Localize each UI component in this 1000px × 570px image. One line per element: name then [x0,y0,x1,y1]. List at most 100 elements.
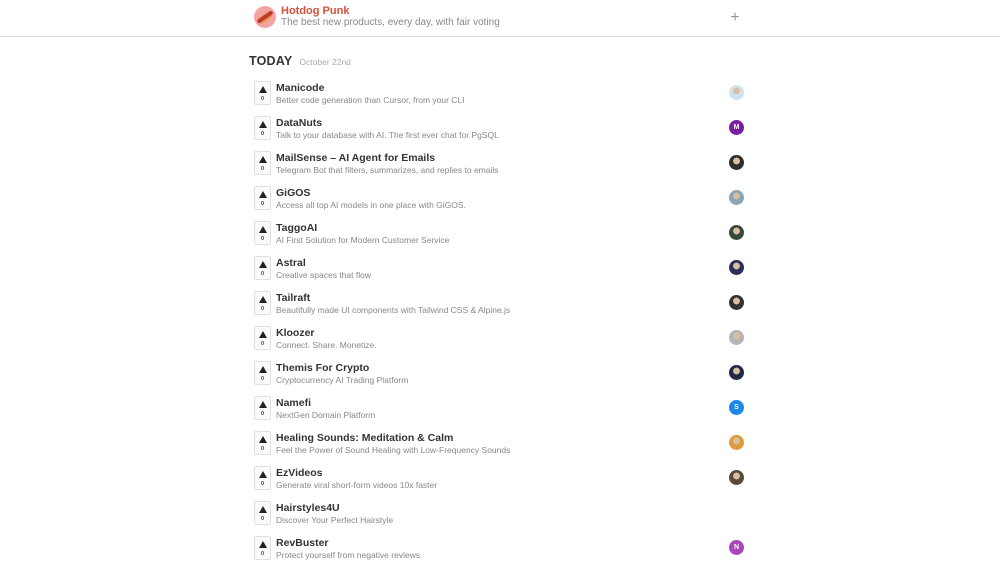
vote-count: 0 [260,376,265,382]
product-description: Cryptocurrency AI Trading Platform [276,375,409,385]
vote-count: 0 [260,166,265,172]
brand-tagline: The best new products, every day, with f… [281,17,500,28]
upvote-button[interactable]: 0 [254,256,271,280]
product-name[interactable]: Namefi [276,397,375,409]
maker-avatar[interactable] [729,435,744,450]
vote-count: 0 [260,306,265,312]
product-description: Beautifully made UI components with Tail… [276,305,511,315]
product-name[interactable]: Tailraft [276,292,510,304]
product-description: AI First Solution for Modern Customer Se… [276,235,450,245]
upvote-button[interactable]: 0 [254,326,271,350]
upvote-button[interactable]: 0 [254,361,271,385]
product-name[interactable]: Kloozer [276,327,377,339]
product-name[interactable]: Themis For Crypto [276,362,408,374]
list-item: 0 MailSense – AI Agent for Emails Telegram… [254,150,746,185]
product-name[interactable]: MailSense – AI Agent for Emails [276,152,499,164]
product-description: NextGen Domain Platform [276,410,376,420]
upvote-button[interactable]: 0 [254,81,271,105]
product-name[interactable]: DataNuts [276,117,499,129]
list-item: 0 TaggoAI AI First Solution for Modern Cus… [254,220,746,255]
product-name[interactable]: Healing Sounds: Meditation & Calm [276,432,510,444]
product-description: Creative spaces that flow [276,270,371,280]
section-title: TODAY [249,54,293,68]
list-item: 0 GiGOS Access all top AI models in one pl… [254,185,746,220]
maker-avatar[interactable] [729,155,744,170]
product-list: 0 Manicode Better code generation than Cur… [254,80,746,570]
vote-count: 0 [260,516,265,522]
maker-avatar[interactable]: M [729,120,744,135]
upvote-arrow-icon [259,366,267,373]
brand[interactable]: Hotdog Punk The best new products, every… [254,6,500,28]
upvote-arrow-icon [259,506,267,513]
upvote-arrow-icon [259,296,267,303]
upvote-arrow-icon [259,86,267,93]
section-header: TODAY October 22nd [249,54,351,68]
upvote-button[interactable]: 0 [254,221,271,245]
vote-count: 0 [260,131,265,137]
upvote-button[interactable]: 0 [254,536,271,560]
list-item: 0 RevBuster Protect yourself from negative… [254,535,746,570]
product-description: Protect yourself from negative reviews [276,550,421,560]
list-item: 0 Tailraft Beautifully made UI components … [254,290,746,325]
product-name[interactable]: Manicode [276,82,465,94]
list-item: 0 Astral Creative spaces that flow [254,255,746,290]
product-name[interactable]: EzVideos [276,467,437,479]
list-item: 0 Themis For Crypto Cryptocurrency AI Trad… [254,360,746,395]
upvote-button[interactable]: 0 [254,291,271,315]
list-item: 0 EzVideos Generate viral short-form video… [254,465,746,500]
maker-avatar[interactable] [729,365,744,380]
product-name[interactable]: Hairstyles4U [276,502,393,514]
maker-avatar[interactable]: N [729,540,744,555]
maker-avatar[interactable] [729,470,744,485]
maker-avatar[interactable] [729,295,744,310]
list-item: 0 Healing Sounds: Meditation & Calm Feel t… [254,430,746,465]
upvote-arrow-icon [259,401,267,408]
upvote-button[interactable]: 0 [254,431,271,455]
product-name[interactable]: RevBuster [276,537,420,549]
upvote-button[interactable]: 0 [254,466,271,490]
product-description: Connect. Share. Monetize. [276,340,377,350]
maker-avatar[interactable] [729,85,744,100]
upvote-arrow-icon [259,436,267,443]
maker-avatar[interactable]: S [729,400,744,415]
vote-count: 0 [260,446,265,452]
product-description: Feel the Power of Sound Healing with Low… [276,445,511,455]
list-item: 0 Hairstyles4U Discover Your Perfect Hairs… [254,500,746,535]
product-name[interactable]: GiGOS [276,187,466,199]
upvote-arrow-icon [259,261,267,268]
upvote-button[interactable]: 0 [254,501,271,525]
upvote-arrow-icon [259,191,267,198]
vote-count: 0 [260,201,265,207]
maker-avatar[interactable] [729,330,744,345]
product-name[interactable]: Astral [276,257,371,269]
upvote-button[interactable]: 0 [254,116,271,140]
vote-count: 0 [260,96,265,102]
vote-count: 0 [260,411,265,417]
product-description: Generate viral short-form videos 10x fas… [276,480,438,490]
product-description: Discover Your Perfect Hairstyle [276,515,394,525]
hotdog-logo-icon [254,6,276,28]
vote-count: 0 [260,341,265,347]
section-date: October 22nd [299,57,351,67]
upvote-arrow-icon [259,331,267,338]
list-item: 0 Kloozer Connect. Share. Monetize. [254,325,746,360]
product-description: Telegram Bot that filters, summarizes, a… [276,165,499,175]
upvote-arrow-icon [259,121,267,128]
product-description: Better code generation than Cursor, from… [276,95,465,105]
product-name[interactable]: TaggoAI [276,222,449,234]
list-item: 0 Namefi NextGen Domain Platform S [254,395,746,430]
maker-avatar[interactable] [729,190,744,205]
upvote-button[interactable]: 0 [254,186,271,210]
upvote-arrow-icon [259,471,267,478]
maker-avatar[interactable] [729,225,744,240]
add-product-button[interactable]: + [728,8,742,28]
upvote-button[interactable]: 0 [254,396,271,420]
vote-count: 0 [260,481,265,487]
upvote-button[interactable]: 0 [254,151,271,175]
upvote-arrow-icon [259,541,267,548]
vote-count: 0 [260,236,265,242]
vote-count: 0 [260,551,265,557]
brand-title[interactable]: Hotdog Punk [281,6,500,17]
maker-avatar[interactable] [729,260,744,275]
list-item: 0 Manicode Better code generation than Cur… [254,80,746,115]
